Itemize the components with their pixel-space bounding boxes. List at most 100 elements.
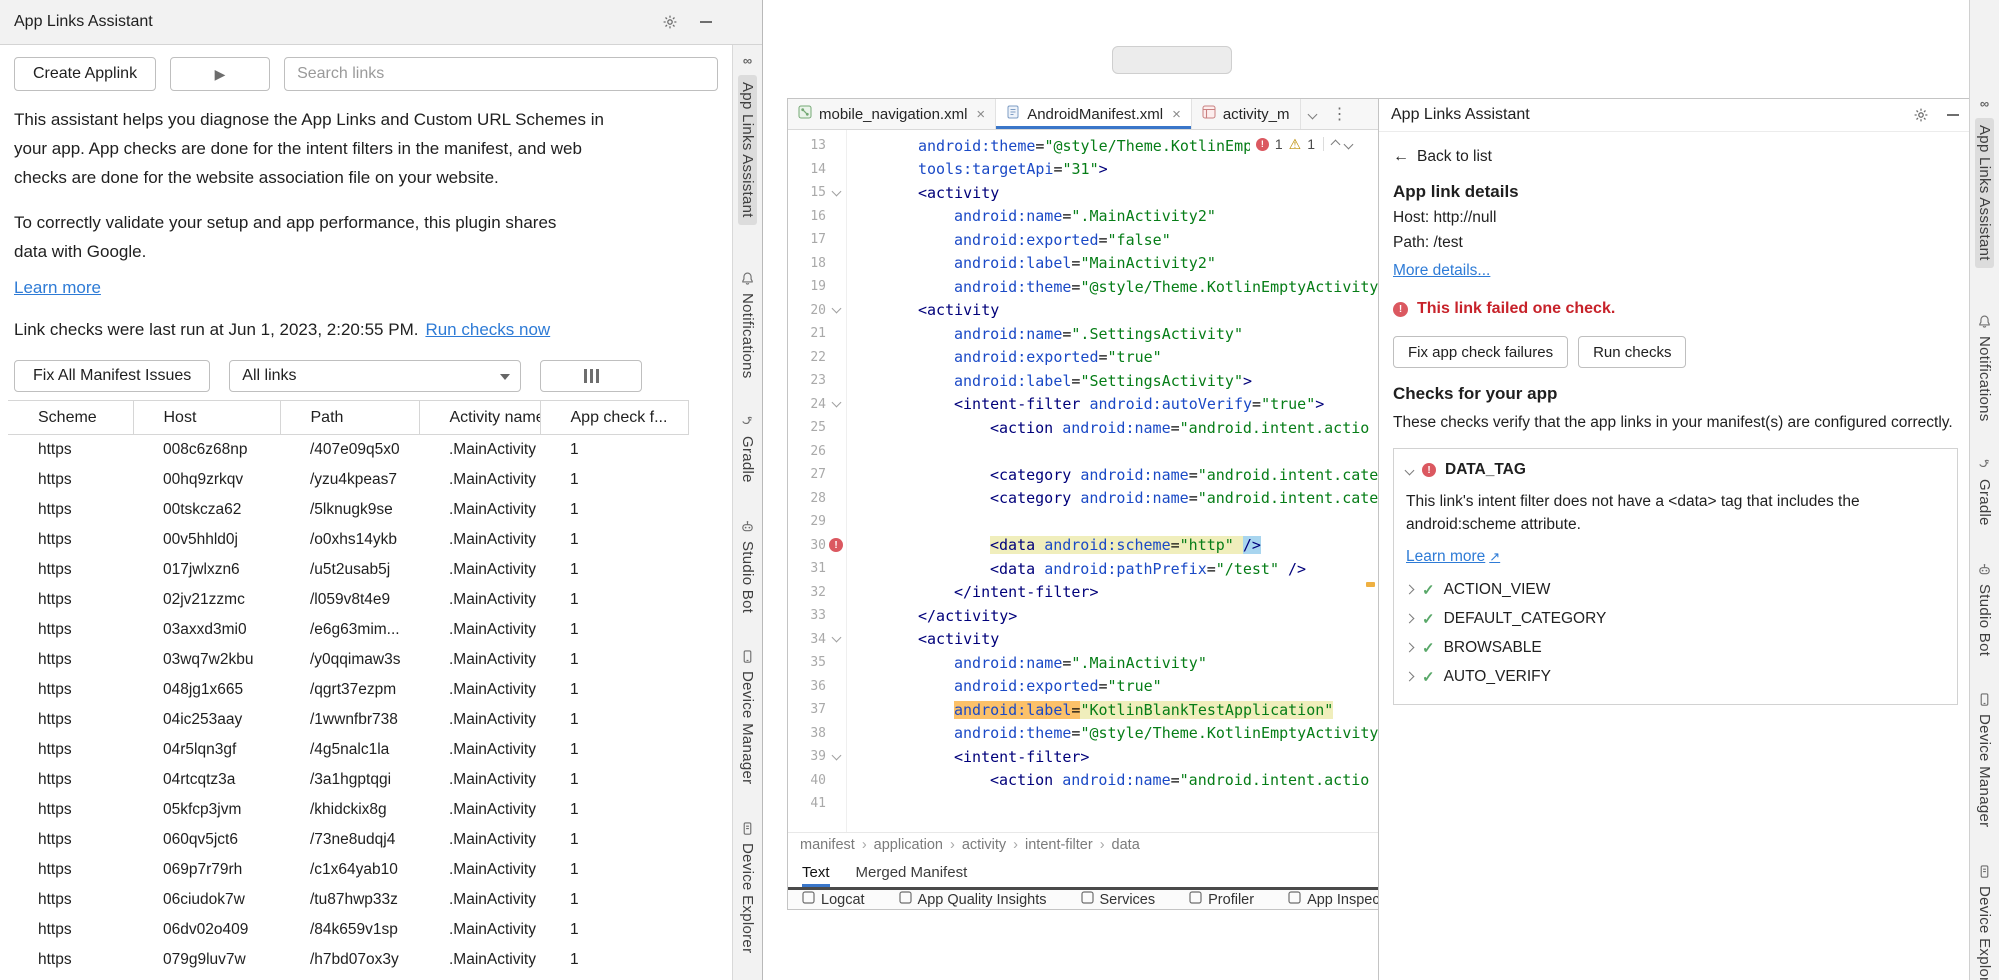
check-row-browsable[interactable]: ✓BROWSABLE xyxy=(1406,634,1945,661)
next-issue-chevron-icon[interactable] xyxy=(1344,139,1354,149)
checks-heading: Checks for your app xyxy=(1393,384,1955,404)
fold-chevron-icon[interactable] xyxy=(831,750,841,760)
table-row[interactable]: https069p7r79rh/c1x64yab10.MainActivity1 xyxy=(8,855,688,885)
minimize-icon[interactable] xyxy=(700,21,712,23)
column-header-path[interactable]: Path xyxy=(280,401,419,435)
table-cell: .MainActivity xyxy=(419,825,540,855)
more-details-link[interactable]: More details... xyxy=(1393,262,1490,280)
settings-gear-icon[interactable] xyxy=(662,14,678,30)
breadcrumb-intent-filter[interactable]: intent-filter xyxy=(1025,837,1093,853)
column-header-scheme[interactable]: Scheme xyxy=(8,401,133,435)
fold-chevron-icon[interactable] xyxy=(831,398,841,408)
run-checks-button[interactable]: Run checks xyxy=(1578,336,1686,368)
table-row[interactable]: https04rtcqtz3a/3a1hgptqgi.MainActivity1 xyxy=(8,765,688,795)
learn-more-link[interactable]: Learn more xyxy=(14,278,101,298)
bottom-bar-item-app-quality-insights[interactable]: App Quality Insights xyxy=(899,891,1047,908)
table-row[interactable]: https04r5lqn3gf/4g5nalc1la.MainActivity1 xyxy=(8,735,688,765)
columns-settings-button[interactable] xyxy=(540,360,642,392)
fold-chevron-icon[interactable] xyxy=(831,633,841,643)
tool-strip-item-studio-bot[interactable]: Studio Bot xyxy=(739,519,756,613)
table-row[interactable]: https00tskcza62/5lknugk9se.MainActivity1 xyxy=(8,495,688,525)
close-tab-icon[interactable]: × xyxy=(1172,106,1181,123)
links-filter-dropdown[interactable]: All links xyxy=(229,360,521,392)
window-title: App Links Assistant xyxy=(14,13,153,31)
code-editor[interactable]: 13android:theme="@style/Theme.KotlinEmp1… xyxy=(788,130,1378,832)
minimize-icon[interactable] xyxy=(1947,114,1959,116)
bottom-bar-item-services[interactable]: Services xyxy=(1081,891,1156,908)
table-row[interactable]: https04ic253aay/1wwnfbr738.MainActivity1 xyxy=(8,705,688,735)
tab-options-kebab-icon[interactable]: ⋮ xyxy=(1324,99,1356,129)
editor-tab-mobile-navigation-xml[interactable]: mobile_navigation.xml× xyxy=(788,99,996,129)
table-row[interactable]: https017jwlxzn6/u5t2usab5j.MainActivity1 xyxy=(8,555,688,585)
tool-strip-item-device-explorer[interactable]: Device Explorer xyxy=(1976,864,1993,980)
tool-strip-item-device-manager[interactable]: Device Manager xyxy=(1976,692,1993,827)
breadcrumb-application[interactable]: application xyxy=(874,837,943,853)
tab-label: activity_m xyxy=(1223,106,1290,123)
editor-tab-androidmanifest-xml[interactable]: AndroidManifest.xml× xyxy=(996,99,1192,129)
table-cell: 04rtcqtz3a xyxy=(133,765,280,795)
editor-tab-activity-m[interactable]: activity_m xyxy=(1192,99,1301,129)
hidden-tabs-chevron-icon[interactable] xyxy=(1301,99,1324,129)
search-links-input[interactable] xyxy=(284,57,718,91)
tool-strip-item-app-links-assistant[interactable]: ∞App Links Assistant xyxy=(738,53,757,225)
column-header-activity-name[interactable]: Activity name xyxy=(419,401,540,435)
table-cell: 00tskcza62 xyxy=(133,495,280,525)
table-cell: 03wq7w2kbu xyxy=(133,645,280,675)
breadcrumb-activity[interactable]: activity xyxy=(962,837,1006,853)
table-cell: /5lknugk9se xyxy=(280,495,419,525)
table-cell: /3a1hgptqgi xyxy=(280,765,419,795)
fold-chevron-icon[interactable] xyxy=(831,304,841,314)
table-cell: https xyxy=(8,525,133,555)
table-row[interactable]: https00hq9zrkqv/yzu4kpeas7.MainActivity1 xyxy=(8,465,688,495)
back-to-list-link[interactable]: ←Back to list xyxy=(1393,148,1492,166)
bottom-bar-item-app-inspection[interactable]: App Inspection xyxy=(1288,891,1378,908)
table-row[interactable]: https060qv5jct6/73ne8udqj4.MainActivity1 xyxy=(8,825,688,855)
table-row[interactable]: https03wq7w2kbu/y0qqimaw3s.MainActivity1 xyxy=(8,645,688,675)
table-row[interactable]: https048jg1x665/qgrt37ezpm.MainActivity1 xyxy=(8,675,688,705)
tool-strip-item-device-manager[interactable]: Device Manager xyxy=(739,649,756,784)
inspections-widget[interactable]: ! 1 ⚠ 1 xyxy=(1250,134,1358,154)
tool-strip-item-app-links-assistant[interactable]: ∞App Links Assistant xyxy=(1975,96,1994,268)
run-checks-now-link[interactable]: Run checks now xyxy=(425,320,550,339)
table-row[interactable]: https06ciudok7w/tu87hwp33z.MainActivity1 xyxy=(8,885,688,915)
bottom-bar-item-logcat[interactable]: Logcat xyxy=(802,891,865,908)
tool-strip-item-gradle[interactable]: Gradle xyxy=(1976,457,1993,526)
table-row[interactable]: https06dv02o409/84k659v1sp.MainActivity1 xyxy=(8,915,688,945)
breadcrumb-data[interactable]: data xyxy=(1112,837,1140,853)
check-row-action-view[interactable]: ✓ACTION_VIEW xyxy=(1406,576,1945,603)
line-number: 13 xyxy=(788,138,826,153)
settings-gear-icon[interactable] xyxy=(1913,107,1929,123)
fix-app-check-failures-button[interactable]: Fix app check failures xyxy=(1393,336,1568,368)
breadcrumb-manifest[interactable]: manifest xyxy=(800,837,855,853)
table-row[interactable]: https05kfcp3jvm/khidckix8g.MainActivity1 xyxy=(8,795,688,825)
view-tab-merged-manifest[interactable]: Merged Manifest xyxy=(856,857,968,887)
line-number: 39 xyxy=(788,749,826,764)
tool-strip-item-studio-bot[interactable]: Studio Bot xyxy=(1976,562,1993,656)
table-cell: 1 xyxy=(540,555,688,585)
tool-strip-item-gradle[interactable]: Gradle xyxy=(739,414,756,483)
editor-tabbar: mobile_navigation.xml×AndroidManifest.xm… xyxy=(788,99,1378,130)
column-header-app-check-f[interactable]: App check f... xyxy=(540,401,688,435)
data-tag-learn-more-link[interactable]: Learn more↗ xyxy=(1406,548,1500,566)
prev-issue-chevron-icon[interactable] xyxy=(1331,139,1341,149)
fold-chevron-icon[interactable] xyxy=(831,186,841,196)
check-row-default-category[interactable]: ✓DEFAULT_CATEGORY xyxy=(1406,605,1945,632)
table-row[interactable]: https00v5hhld0j/o0xhs14ykb.MainActivity1 xyxy=(8,525,688,555)
table-row[interactable]: https02jv21zzmc/l059v8t4e9.MainActivity1 xyxy=(8,585,688,615)
table-row[interactable]: https079g9luv7w/h7bd07ox3y.MainActivity1 xyxy=(8,945,688,975)
close-tab-icon[interactable]: × xyxy=(976,106,985,123)
table-row[interactable]: https03axxd3mi0/e6g63mim....MainActivity… xyxy=(8,615,688,645)
create-applink-button[interactable]: Create Applink xyxy=(14,57,156,91)
fix-all-manifest-issues-button[interactable]: Fix All Manifest Issues xyxy=(14,360,210,392)
bottom-bar-item-profiler[interactable]: Profiler xyxy=(1189,891,1254,908)
table-row[interactable]: https008c6z68np/407e09q5x0.MainActivity1 xyxy=(8,435,688,465)
check-row-auto-verify[interactable]: ✓AUTO_VERIFY xyxy=(1406,663,1945,690)
tool-strip-item-notifications[interactable]: Notifications xyxy=(1976,314,1993,422)
tool-strip-item-device-explorer[interactable]: Device Explorer xyxy=(739,821,756,953)
column-header-host[interactable]: Host xyxy=(133,401,280,435)
run-play-button[interactable]: ▶ xyxy=(170,57,270,91)
view-tab-text[interactable]: Text xyxy=(802,857,830,887)
tool-strip-item-notifications[interactable]: Notifications xyxy=(739,271,756,379)
check-row-data-tag[interactable]: ! DATA_TAG xyxy=(1406,461,1945,479)
tool-strip-label: App Links Assistant xyxy=(738,75,757,225)
